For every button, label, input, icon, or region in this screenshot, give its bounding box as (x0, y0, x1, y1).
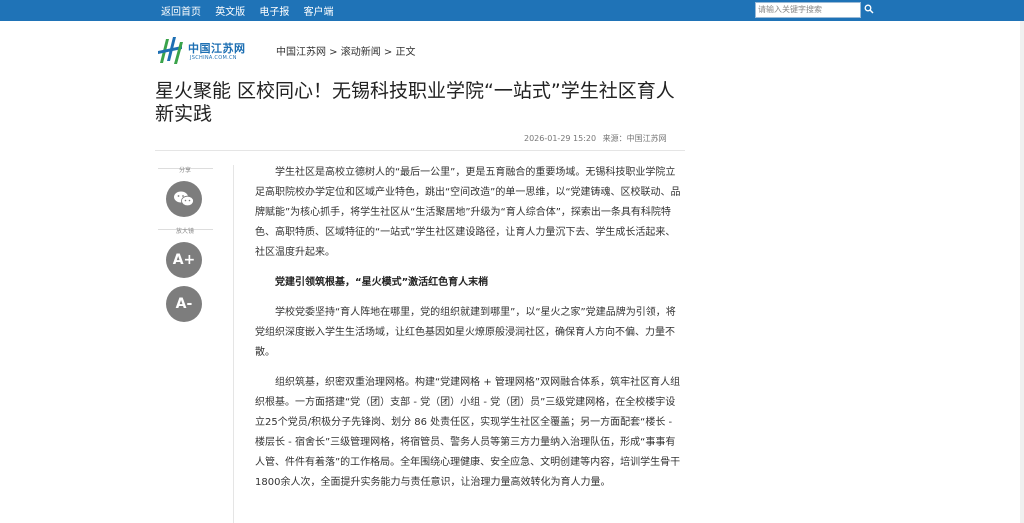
top-nav-links: 返回首页 英文版 电子报 客户端 (161, 3, 345, 18)
nav-link-english[interactable]: 英文版 (215, 7, 245, 18)
top-navigation-bar: 返回首页 英文版 电子报 客户端 请输入关键字搜索 (0, 0, 1024, 21)
search-input[interactable]: 请输入关键字搜索 (755, 2, 861, 18)
article-paragraph: 学校党委坚持“育人阵地在哪里，党的组织就建到哪里”，以“星火之家”党建品牌为引领… (255, 307, 676, 358)
breadcrumb: 中国江苏网 > 滚动新闻 > 正文 (276, 47, 416, 58)
article-source: 来源：中国江苏网 (602, 134, 667, 143)
article-title: 星火聚能 区校同心！无锡科技职业学院“一站式”学生社区育人新实践 (155, 80, 675, 125)
logo-domain: JSCHINA.COM.CN (190, 55, 237, 61)
nav-link-home[interactable]: 返回首页 (161, 7, 201, 18)
sidebar-divider (233, 165, 234, 523)
article-body: 学生社区是高校立德树人的“最后一公里”，更是五育融合的重要场域。无锡科技职业学院… (255, 163, 683, 503)
scrollbar[interactable] (1020, 21, 1024, 523)
article-subheading: 党建引领筑根基，“星火模式”激活红色育人末梢 (275, 277, 489, 288)
title-divider (155, 150, 685, 151)
wechat-icon (174, 191, 194, 207)
publish-time: 2026-01-29 15:20 (524, 134, 597, 143)
article-paragraph: 学生社区是高校立德树人的“最后一公里”，更是五育融合的重要场域。无锡科技职业学院… (255, 167, 681, 258)
search-icon[interactable] (864, 4, 874, 14)
nav-link-epaper[interactable]: 电子报 (259, 7, 289, 18)
article-meta: 2026-01-29 15:20 来源：中国江苏网 (520, 133, 667, 144)
article-paragraph: 组织筑基，织密双重治理网格。构建“党建网格 + 管理网格”双网融合体系，筑牢社区… (255, 377, 681, 488)
share-label: 分享 (178, 167, 191, 174)
zoom-out-button[interactable]: A- (166, 286, 202, 322)
zoom-label: 放大镜 (175, 228, 194, 235)
nav-link-client[interactable]: 客户端 (304, 7, 334, 18)
zoom-in-button[interactable]: A+ (166, 242, 202, 278)
wechat-share-button[interactable] (166, 181, 202, 217)
logo-name: 中国江苏网 (188, 42, 246, 55)
